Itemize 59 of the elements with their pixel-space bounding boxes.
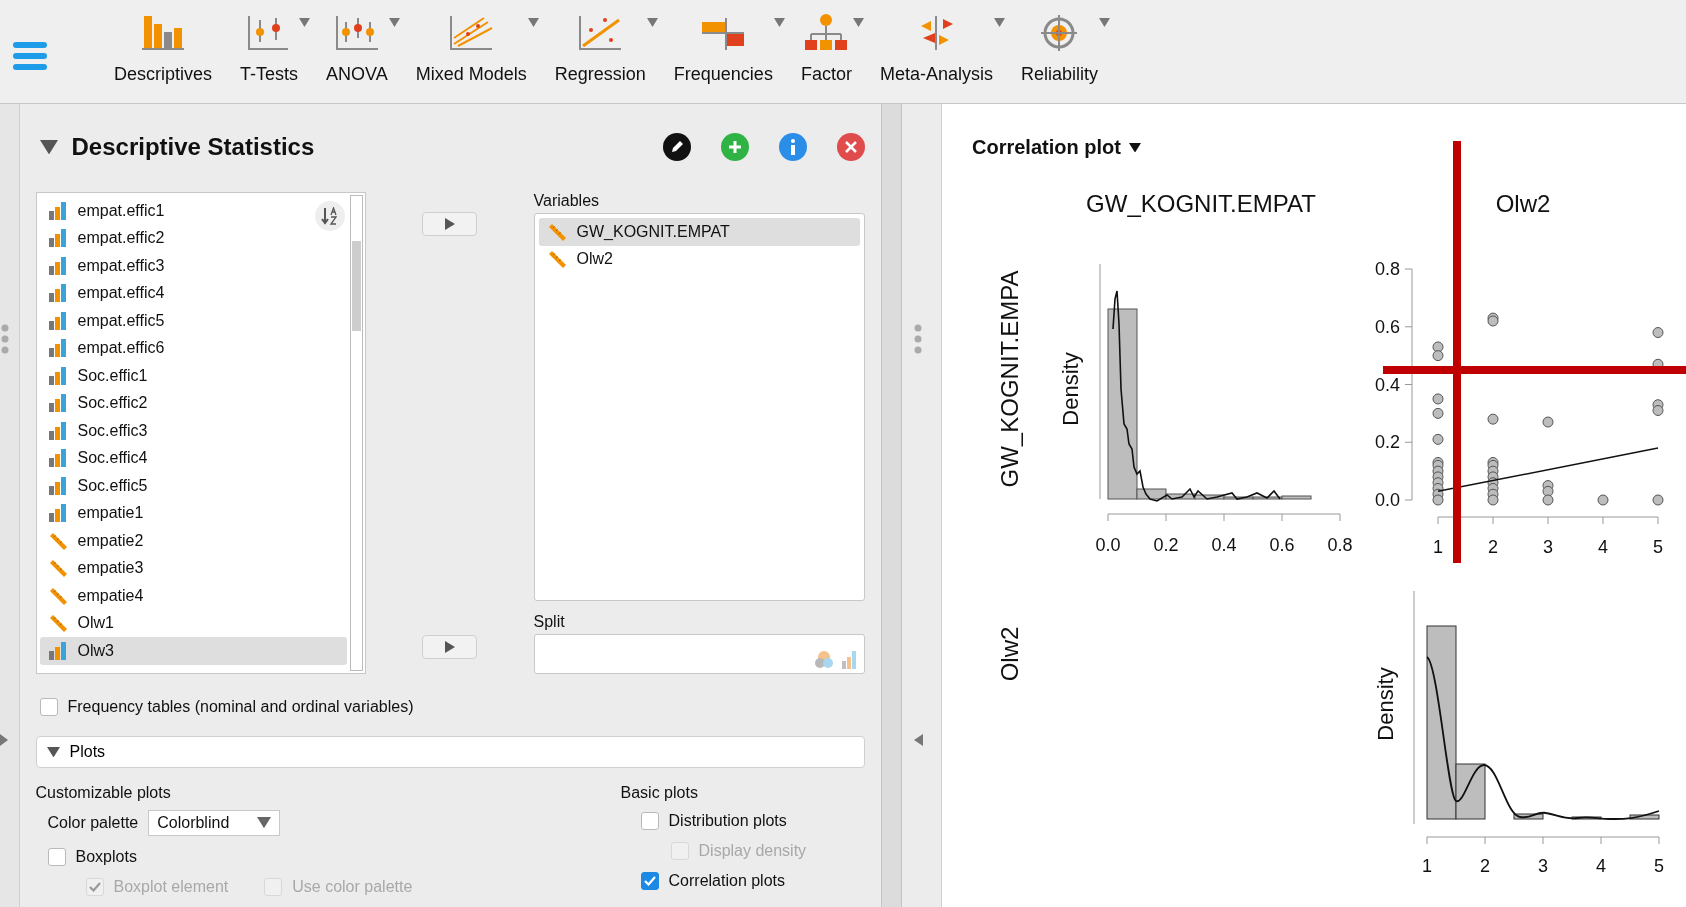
tick-label: 2	[1488, 537, 1498, 557]
tick-label: 0.4	[1374, 374, 1400, 395]
tick-label: 0.2	[1153, 535, 1179, 555]
analysis-title: Descriptive Statistics	[71, 133, 316, 161]
tick-label: 1	[1422, 856, 1432, 876]
field-label: Variables	[533, 192, 601, 210]
tick-label: 0.4	[1211, 535, 1237, 555]
variable-name: Soc.effic1	[77, 366, 148, 385]
tick-label: 0.8	[1374, 259, 1400, 279]
checkbox-label: Correlation plots	[668, 872, 785, 890]
row-title: Olw2	[996, 626, 1023, 682]
variable-name: empatie2	[77, 531, 144, 550]
column-title: Olw2	[1495, 190, 1551, 218]
variable-name: Soc.effic4	[77, 449, 148, 468]
checkbox-label: Display density	[698, 842, 807, 860]
checkbox-label: Boxplots	[75, 848, 137, 866]
variable-name: Soc.effic3	[77, 421, 148, 440]
axis-label: Density	[1058, 352, 1083, 426]
variable-name: empatie1	[77, 504, 144, 523]
variable-name: Soc.effic2	[77, 394, 148, 413]
checkbox-label: Use color palette	[292, 878, 413, 896]
tick-label: 1	[1433, 537, 1443, 557]
variable-name: empatie4	[77, 586, 144, 605]
axis-label: Density	[1373, 667, 1398, 741]
variable-name: empat.effic5	[77, 311, 165, 330]
tick-label: 3	[1538, 856, 1548, 876]
variable-name: Olw1	[77, 614, 114, 633]
group-title: Basic plots	[620, 784, 699, 802]
variable-name: empatie3	[77, 559, 144, 578]
variable-name: empat.effic6	[77, 339, 165, 358]
tick-label: 3	[1543, 537, 1553, 557]
tick-label: 0.2	[1374, 432, 1400, 453]
variable-name: empat.effic3	[77, 256, 165, 275]
tick-label: 0.8	[1327, 535, 1353, 555]
tick-label: 4	[1598, 537, 1608, 557]
variable-name: empat.effic4	[77, 284, 165, 303]
tick-label: 5	[1653, 537, 1663, 557]
variable-name: Olw2	[576, 250, 613, 269]
tick-label: 0.6	[1269, 535, 1295, 555]
tick-label: 5	[1654, 856, 1664, 876]
variable-name: GW_KOGNIT.EMPAT	[576, 222, 730, 241]
section-title: Plots	[69, 743, 106, 761]
checkbox-label: Frequency tables (nominal and ordinal variables)	[67, 698, 414, 716]
checkbox-label: Boxplot element	[113, 878, 229, 896]
variable-name: Olw3	[77, 641, 114, 660]
tick-label: 0.0	[1374, 490, 1400, 510]
tick-label: 4	[1596, 856, 1606, 876]
variable-name: empat.effic1	[77, 201, 165, 220]
checkbox-label: Distribution plots	[668, 812, 787, 830]
field-label: Color palette	[47, 814, 139, 832]
field-label: Split	[533, 613, 566, 631]
column-title: GW_KOGNIT.EMPAT	[1086, 190, 1316, 218]
group-title: Customizable plots	[35, 784, 172, 802]
variable-name: empat.effic2	[77, 229, 165, 248]
row-title: GW_KOGNIT.EMPA	[996, 270, 1023, 488]
tick-label: 2	[1480, 856, 1490, 876]
tick-label: 0.6	[1374, 316, 1400, 337]
tick-label: 0.0	[1095, 535, 1121, 555]
variable-name: Soc.effic5	[77, 476, 148, 495]
